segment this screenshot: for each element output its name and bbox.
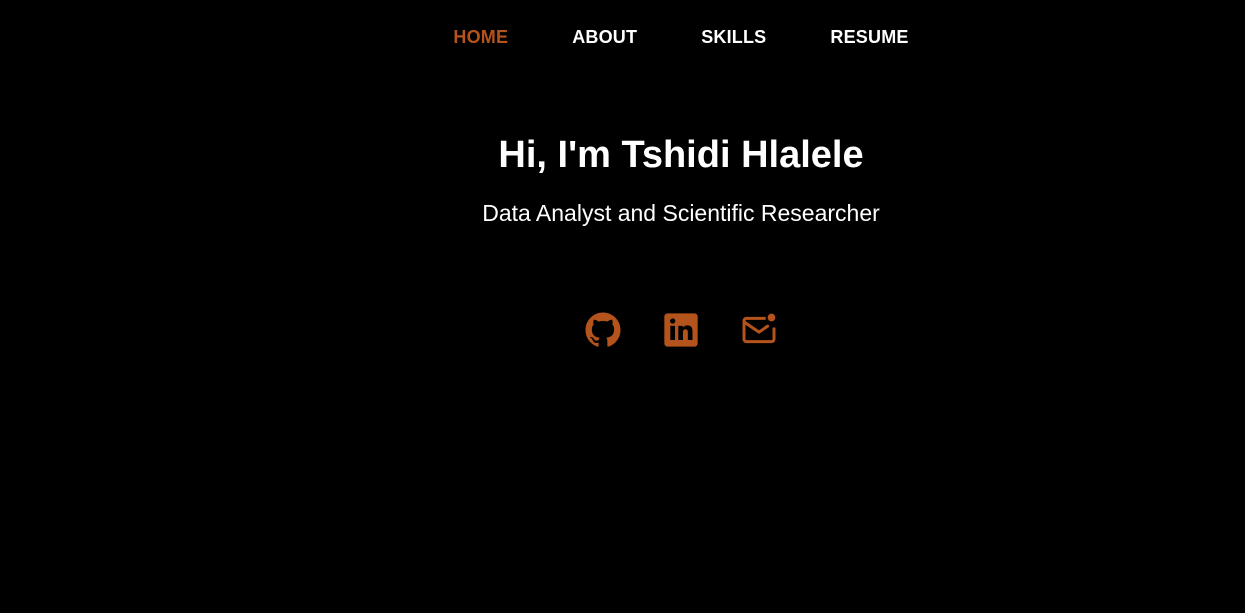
- hero-subtitle: Data Analyst and Scientific Researcher: [482, 200, 880, 226]
- hero-title: Hi, I'm Tshidi Hlalele: [498, 134, 864, 176]
- nav-resume-link[interactable]: RESUME: [798, 25, 940, 49]
- main-nav: HOME ABOUT SKILLS RESUME: [0, 25, 1245, 49]
- github-icon: [585, 312, 621, 347]
- linkedin-icon: [664, 313, 698, 347]
- hero-section: Hi, I'm Tshidi Hlalele Data Analyst and …: [0, 130, 1245, 228]
- github-link[interactable]: [583, 310, 623, 350]
- nav-about-link[interactable]: ABOUT: [540, 25, 669, 49]
- email-icon: [742, 313, 776, 344]
- email-link[interactable]: [739, 310, 779, 350]
- nav-skills-link[interactable]: SKILLS: [669, 25, 798, 49]
- social-links: [0, 310, 1245, 350]
- nav-home-link[interactable]: HOME: [421, 25, 540, 49]
- linkedin-link[interactable]: [661, 310, 701, 350]
